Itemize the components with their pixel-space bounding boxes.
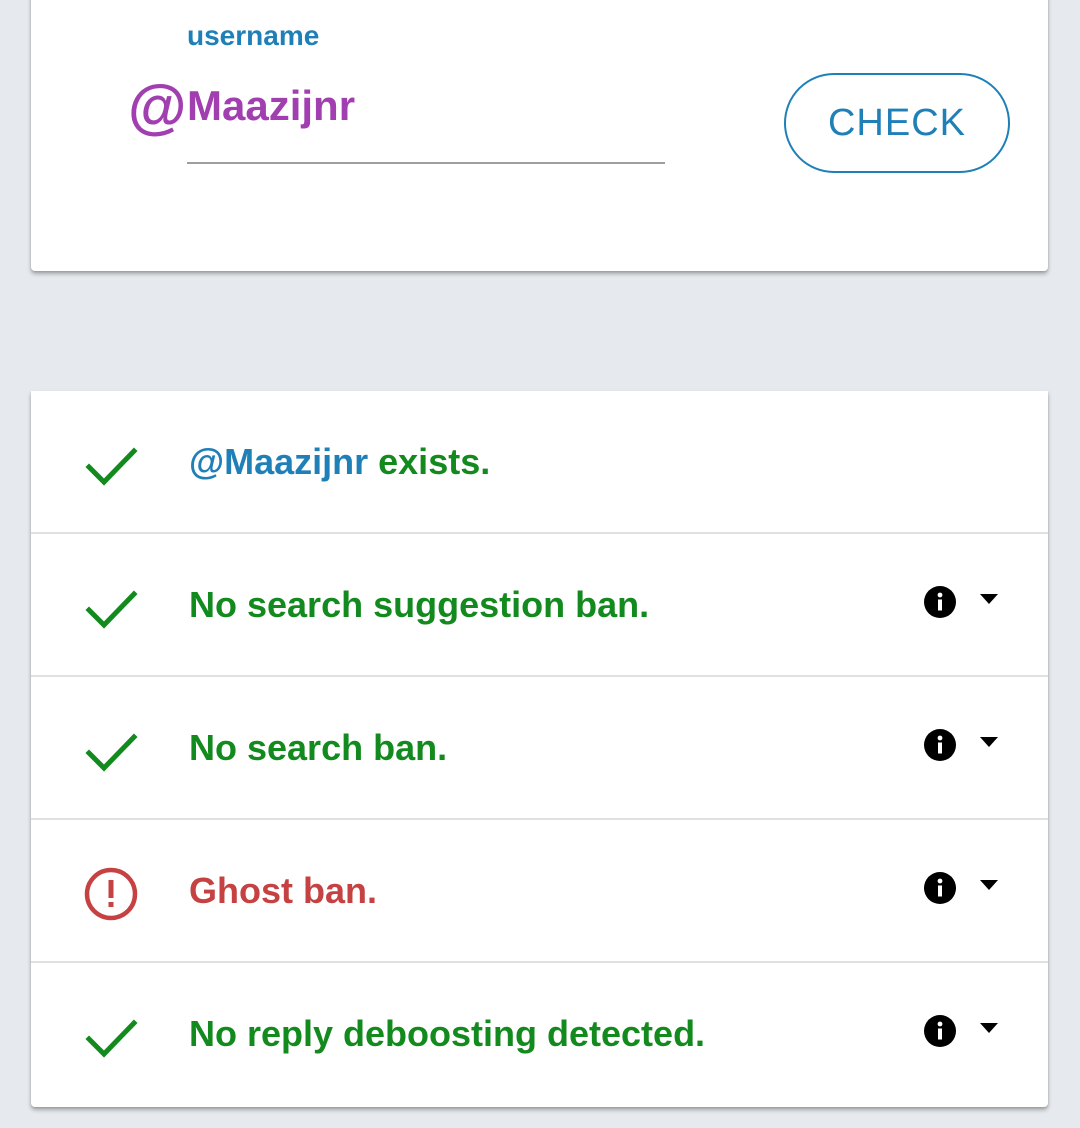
check-icon	[85, 1019, 138, 1058]
check-icon	[85, 447, 138, 486]
check-icon	[85, 590, 138, 629]
dropdown-arrow-icon[interactable]	[979, 1021, 999, 1035]
info-icon[interactable]	[923, 728, 957, 762]
result-row-reply-deboosting[interactable]: No reply deboosting detected.	[31, 963, 1048, 1106]
result-row-exists: @Maazijnr exists.	[31, 391, 1048, 534]
error-circle-icon	[84, 867, 138, 921]
result-row-search-ban[interactable]: No search ban.	[31, 677, 1048, 820]
result-text-ghost-ban: Ghost ban.	[189, 870, 377, 911]
username-search-card: username @ CHECK	[31, 0, 1048, 271]
username-input[interactable]	[187, 78, 665, 164]
dropdown-arrow-icon[interactable]	[979, 592, 999, 606]
dropdown-arrow-icon[interactable]	[979, 735, 999, 749]
check-icon	[85, 733, 138, 772]
result-text-suggestion-ban: No search suggestion ban.	[189, 584, 650, 625]
info-icon[interactable]	[923, 585, 957, 619]
result-row-ghost-ban[interactable]: Ghost ban.	[31, 820, 1048, 963]
result-row-suggestion-ban[interactable]: No search suggestion ban.	[31, 534, 1048, 677]
result-text-reply-deboosting: No reply deboosting detected.	[189, 1013, 706, 1054]
results-card: @Maazijnr exists. No search suggestion b…	[31, 391, 1048, 1107]
check-button[interactable]: CHECK	[784, 73, 1010, 173]
info-icon[interactable]	[923, 1014, 957, 1048]
exists-suffix: exists.	[368, 441, 491, 482]
at-icon: @	[127, 74, 186, 141]
dropdown-arrow-icon[interactable]	[979, 878, 999, 892]
username-handle: @Maazijnr	[189, 441, 369, 482]
username-label: username	[187, 20, 320, 51]
result-text-search-ban: No search ban.	[189, 727, 448, 768]
info-icon[interactable]	[923, 871, 957, 905]
result-text-exists: @Maazijnr exists.	[189, 441, 490, 483]
